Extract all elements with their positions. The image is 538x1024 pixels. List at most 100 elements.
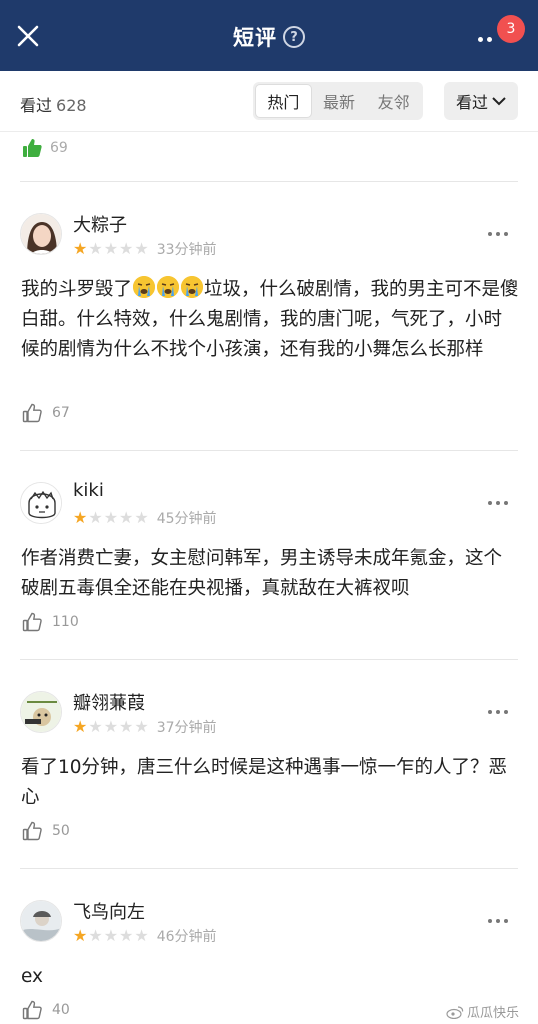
more-dot-icon bbox=[487, 36, 492, 42]
comment-options-button[interactable] bbox=[488, 916, 514, 926]
comment-time: 37分钟前 bbox=[156, 720, 217, 736]
dot-icon bbox=[504, 710, 508, 714]
star-icon: ★ bbox=[119, 717, 134, 736]
comment-time: 33分钟前 bbox=[156, 242, 217, 258]
dot-icon bbox=[496, 919, 500, 923]
star-icon: ★ bbox=[103, 508, 119, 527]
weibo-logo-icon bbox=[446, 1005, 464, 1019]
seen-count: 看过 628 bbox=[20, 92, 87, 116]
comment-text: 作者消费亡妻，女主慰问韩军，男主诱导未成年氪金，这个破剧五毒俱全还能在央视播，真… bbox=[21, 548, 503, 599]
dot-icon bbox=[488, 710, 492, 714]
crying-face-emoji bbox=[181, 276, 204, 298]
comment-time: 45分钟前 bbox=[156, 511, 217, 527]
avatar[interactable] bbox=[20, 691, 62, 733]
thumbs-up-icon bbox=[22, 821, 42, 841]
like-count: 50 bbox=[52, 823, 70, 839]
rating-stars: ★ ★ ★ ★ ★ bbox=[73, 928, 149, 944]
like-count: 40 bbox=[52, 1002, 70, 1018]
comment-time: 46分钟前 bbox=[156, 929, 217, 945]
star-icon: ★ bbox=[119, 926, 134, 945]
like-button[interactable]: 40 bbox=[22, 1000, 70, 1020]
username[interactable]: kiki bbox=[73, 480, 104, 501]
rating-stars: ★ ★ ★ ★ ★ bbox=[73, 241, 149, 257]
star-icon: ★ bbox=[134, 926, 149, 945]
like-button[interactable]: 50 bbox=[22, 821, 70, 841]
seen-label: 看过 bbox=[20, 96, 53, 115]
like-button[interactable]: 67 bbox=[22, 403, 70, 423]
rating-stars: ★ ★ ★ ★ ★ bbox=[73, 510, 149, 526]
top-bar: 短评 ? 3 bbox=[0, 0, 538, 71]
star-icon: ★ bbox=[119, 239, 134, 258]
star-icon: ★ bbox=[88, 508, 103, 527]
thumbs-up-icon bbox=[22, 612, 42, 632]
star-icon: ★ bbox=[73, 239, 88, 258]
comment-options-button[interactable] bbox=[488, 229, 514, 239]
tab-hot[interactable]: 热门 bbox=[255, 84, 312, 118]
tab-friends[interactable]: 友邻 bbox=[366, 84, 421, 118]
comment-text: 我的斗罗毁了 垃圾，什么破剧情，我的男主可不是傻白甜。什么特效，什么鬼剧情，我的唐… bbox=[21, 275, 519, 365]
star-icon: ★ bbox=[73, 717, 88, 736]
star-icon: ★ bbox=[134, 717, 149, 736]
watched-dropdown-label: 看过 bbox=[455, 93, 488, 112]
dot-icon bbox=[504, 501, 508, 505]
thumbs-up-icon bbox=[22, 403, 42, 423]
avatar[interactable] bbox=[20, 482, 62, 524]
avatar-image bbox=[21, 692, 61, 732]
star-icon: ★ bbox=[134, 239, 149, 258]
star-icon: ★ bbox=[103, 717, 119, 736]
thumbs-up-filled-icon bbox=[23, 139, 42, 157]
comment-item: kiki ★ ★ ★ ★ ★ 45分钟前 作者消费亡妻，女主慰问韩军，男主诱导未成年氪金… bbox=[0, 474, 538, 659]
username[interactable]: 瓣翎蒹葭 bbox=[73, 689, 145, 715]
avatar-image bbox=[21, 483, 61, 523]
comment-meta: ★ ★ ★ ★ ★ 33分钟前 bbox=[73, 239, 217, 259]
watched-dropdown[interactable]: 看过 bbox=[444, 82, 518, 120]
like-count: 110 bbox=[52, 614, 79, 630]
star-icon: ★ bbox=[119, 508, 134, 527]
comment-text-part: 我的斗罗毁了 bbox=[21, 279, 133, 300]
sort-segmented-control: 热门 最新 友邻 bbox=[253, 82, 423, 120]
dot-icon bbox=[504, 232, 508, 236]
avatar-image bbox=[21, 901, 61, 941]
username[interactable]: 飞鸟向左 bbox=[73, 898, 145, 924]
filter-bar: 看过 628 热门 最新 友邻 看过 bbox=[0, 71, 538, 132]
avatar[interactable] bbox=[20, 900, 62, 942]
comment-text: ex bbox=[21, 966, 44, 987]
dot-icon bbox=[496, 710, 500, 714]
notification-badge[interactable]: 3 bbox=[497, 15, 525, 43]
star-icon: ★ bbox=[103, 239, 119, 258]
comment-item: 瓣翎蒹葭 ★ ★ ★ ★ ★ 37分钟前 看了10分钟，唐三什么时候是这种遇事一惊一乍的… bbox=[0, 683, 538, 868]
dot-icon bbox=[488, 919, 492, 923]
tab-latest[interactable]: 最新 bbox=[312, 84, 367, 118]
dot-icon bbox=[488, 501, 492, 505]
like-count: 67 bbox=[52, 405, 70, 421]
watermark: 瓜瓜快乐 bbox=[446, 1002, 519, 1021]
comment-text: 看了10分钟，唐三什么时候是这种遇事一惊一乍的人了？恶心 bbox=[21, 757, 508, 808]
crying-face-emoji bbox=[133, 276, 156, 298]
star-icon: ★ bbox=[73, 926, 88, 945]
star-icon: ★ bbox=[73, 508, 88, 527]
avatar[interactable] bbox=[20, 213, 62, 255]
help-icon[interactable]: ? bbox=[283, 26, 305, 48]
star-icon: ★ bbox=[134, 508, 149, 527]
comment-item: 大粽子 ★ ★ ★ ★ ★ 33分钟前 我的斗罗毁了 垃圾，什么破剧情，我的男主可不是傻白… bbox=[0, 205, 538, 450]
dot-icon bbox=[504, 919, 508, 923]
username[interactable]: 大粽子 bbox=[73, 211, 127, 237]
divider bbox=[20, 659, 518, 660]
star-icon: ★ bbox=[88, 239, 103, 258]
divider bbox=[20, 181, 518, 182]
star-icon: ★ bbox=[88, 926, 103, 945]
comment-options-button[interactable] bbox=[488, 498, 514, 508]
previous-like-count: 69 bbox=[50, 140, 68, 156]
dot-icon bbox=[488, 232, 492, 236]
previous-like-button[interactable]: 69 bbox=[22, 138, 68, 158]
star-icon: ★ bbox=[88, 717, 103, 736]
seen-number: 628 bbox=[56, 96, 87, 115]
dot-icon bbox=[496, 232, 500, 236]
chevron-down-icon bbox=[492, 97, 506, 106]
divider bbox=[20, 868, 518, 869]
star-icon: ★ bbox=[103, 926, 119, 945]
avatar-image bbox=[21, 214, 61, 254]
comment-options-button[interactable] bbox=[488, 707, 514, 717]
like-button[interactable]: 110 bbox=[22, 612, 79, 632]
crying-face-emoji bbox=[157, 276, 180, 298]
